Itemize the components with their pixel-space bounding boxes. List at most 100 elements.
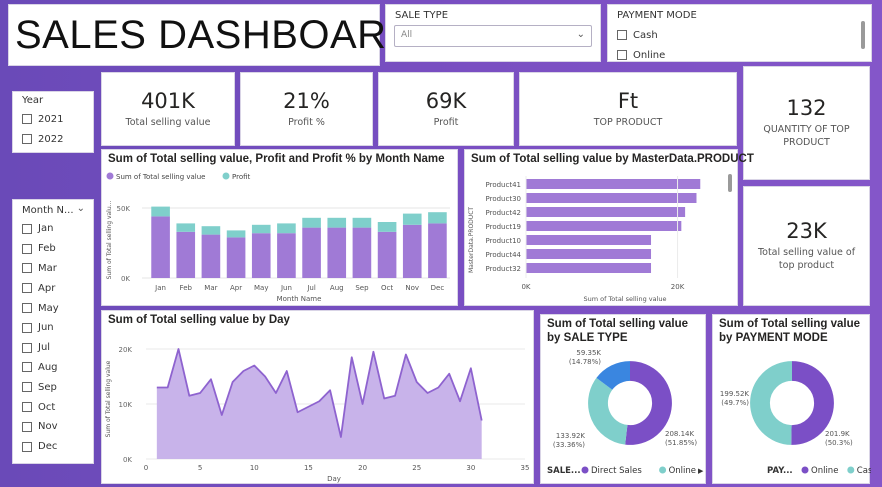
year-option-2022[interactable]: 2022 [22,129,63,149]
scrollbar[interactable] [728,174,732,192]
kpi-label: Total selling value [125,116,211,128]
checkbox[interactable] [22,223,32,234]
scrollbar[interactable] [861,21,865,49]
checkbox[interactable] [22,402,32,413]
kpi-label: Total selling value of top product [757,247,856,271]
sale-type-slicer: SALE TYPE All ⌄ [385,4,601,62]
checkbox[interactable] [617,30,627,40]
data-label: (49.7%) [721,399,749,407]
donut-slice [750,361,793,445]
kpi-quantity-top-product: 132 QUANTITY OF TOP PRODUCT [743,66,870,180]
checkbox[interactable] [22,382,32,393]
payment-option-label: Cash [633,29,658,41]
page-title: SALES DASHBOARD [15,12,416,57]
kpi-value: 23K [786,219,827,244]
month-option-label: Aug [38,361,58,373]
checkbox[interactable] [22,114,32,124]
checkbox[interactable] [22,303,32,314]
payment-mode-label: PAYMENT MODE [617,10,697,21]
sale-type-value: All [401,30,413,40]
month-option-label: Mar [38,262,57,274]
x-tick-label: 20 [358,464,367,472]
data-label: (33.36%) [553,441,585,449]
y-tick-label: 0K [123,456,132,464]
y-tick-label: 0K [121,275,130,283]
legend-label: Online [669,466,696,476]
checkbox[interactable] [22,283,32,294]
month-option-apr[interactable]: Apr [22,278,59,298]
y-tick-label: 20K [119,346,133,354]
month-option-dec[interactable]: Dec [22,437,59,457]
month-option-nov[interactable]: Nov [22,417,59,437]
chevron-down-icon[interactable]: ⌄ [77,203,85,214]
kpi-label: TOP PRODUCT [593,116,663,128]
checkbox[interactable] [22,322,32,333]
month-option-jan[interactable]: Jan [22,219,59,239]
checkbox[interactable] [22,263,32,274]
month-option-jul[interactable]: Jul [22,338,59,358]
checkbox[interactable] [22,362,32,373]
checkbox[interactable] [22,441,32,452]
year-option-2021[interactable]: 2021 [22,109,63,129]
bar-profit [352,217,372,228]
kpi-profit: 69K Profit [378,72,514,146]
x-tick-label: Feb [180,284,193,292]
bar-product [526,207,686,217]
x-tick-label: May [254,284,268,292]
bar-selling-value [352,227,372,278]
legend-marker [106,172,114,180]
month-option-jun[interactable]: Jun [22,318,59,338]
month-option-label: Apr [38,282,56,294]
month-option-mar[interactable]: Mar [22,259,59,279]
checkbox[interactable] [22,342,32,353]
monthly-chart-card: Sum of Total selling value, Profit and P… [101,149,458,306]
payment-option-cash[interactable]: Cash [617,25,665,45]
bar-product [526,263,652,273]
month-label: Month N... [22,205,74,216]
chevron-right-icon: ▶ [698,467,704,475]
bar-selling-value [327,227,347,278]
product-bar-chart: MasterData.PRODUCT Product41 Product30 Prod… [468,176,701,303]
month-option-label: Oct [38,401,56,413]
kpi-profit-percent: 21% Profit % [240,72,373,146]
checkbox[interactable] [22,134,32,144]
payment-option-online[interactable]: Online [617,45,665,65]
checkbox[interactable] [617,50,627,60]
kpi-value: Ft [617,88,639,113]
month-option-oct[interactable]: Oct [22,397,59,417]
x-tick-label: 5 [198,464,202,472]
month-option-sep[interactable]: Sep [22,377,59,397]
checkbox[interactable] [22,243,32,254]
x-axis-title: Day [327,475,341,483]
kpi-label: Profit % [288,116,325,128]
x-axis-title: Sum of Total selling value [583,295,666,303]
bar-selling-value [302,227,321,278]
title-card: SALES DASHBOARD [8,4,415,66]
bar-product [526,179,701,189]
bar-selling-value [151,216,170,278]
y-axis-title: Sum of Total selling value [105,360,112,437]
data-label: 133.92K [556,432,585,440]
month-option-label: May [38,302,59,314]
kpi-value: 21% [283,88,330,113]
kpi-top-product: Ft TOP PRODUCT [519,72,737,146]
payment-mode-donut-card: Sum of Total selling value by PAYMENT MO… [712,314,871,484]
month-option-may[interactable]: May [22,298,59,318]
donut-slice [588,377,629,445]
x-tick-label: Jul [306,284,316,292]
month-option-label: Nov [38,421,58,433]
x-tick-label: Jan [154,284,166,292]
month-option-feb[interactable]: Feb [22,239,59,259]
sale-type-dropdown[interactable]: All ⌄ [394,25,592,47]
y-axis-title: MasterData.PRODUCT [468,207,475,273]
legend-label: Profit [232,173,251,181]
day-area-chart: 20K 10K 0K 0 5 10 15 20 25 30 35 Day Sum of Total se… [105,346,529,483]
month-option-aug[interactable]: Aug [22,358,59,378]
year-option-label: 2021 [38,113,64,125]
kpi-value: 401K [141,88,195,113]
y-tick-label: Product41 [486,181,522,189]
payment-mode-donut: 199.52K(49.7%) 201.9K(50.3%) PAY... Online C… [720,361,871,476]
data-label: 201.9K [825,430,850,438]
kpi-value: 132 [786,96,827,121]
checkbox[interactable] [22,421,32,432]
